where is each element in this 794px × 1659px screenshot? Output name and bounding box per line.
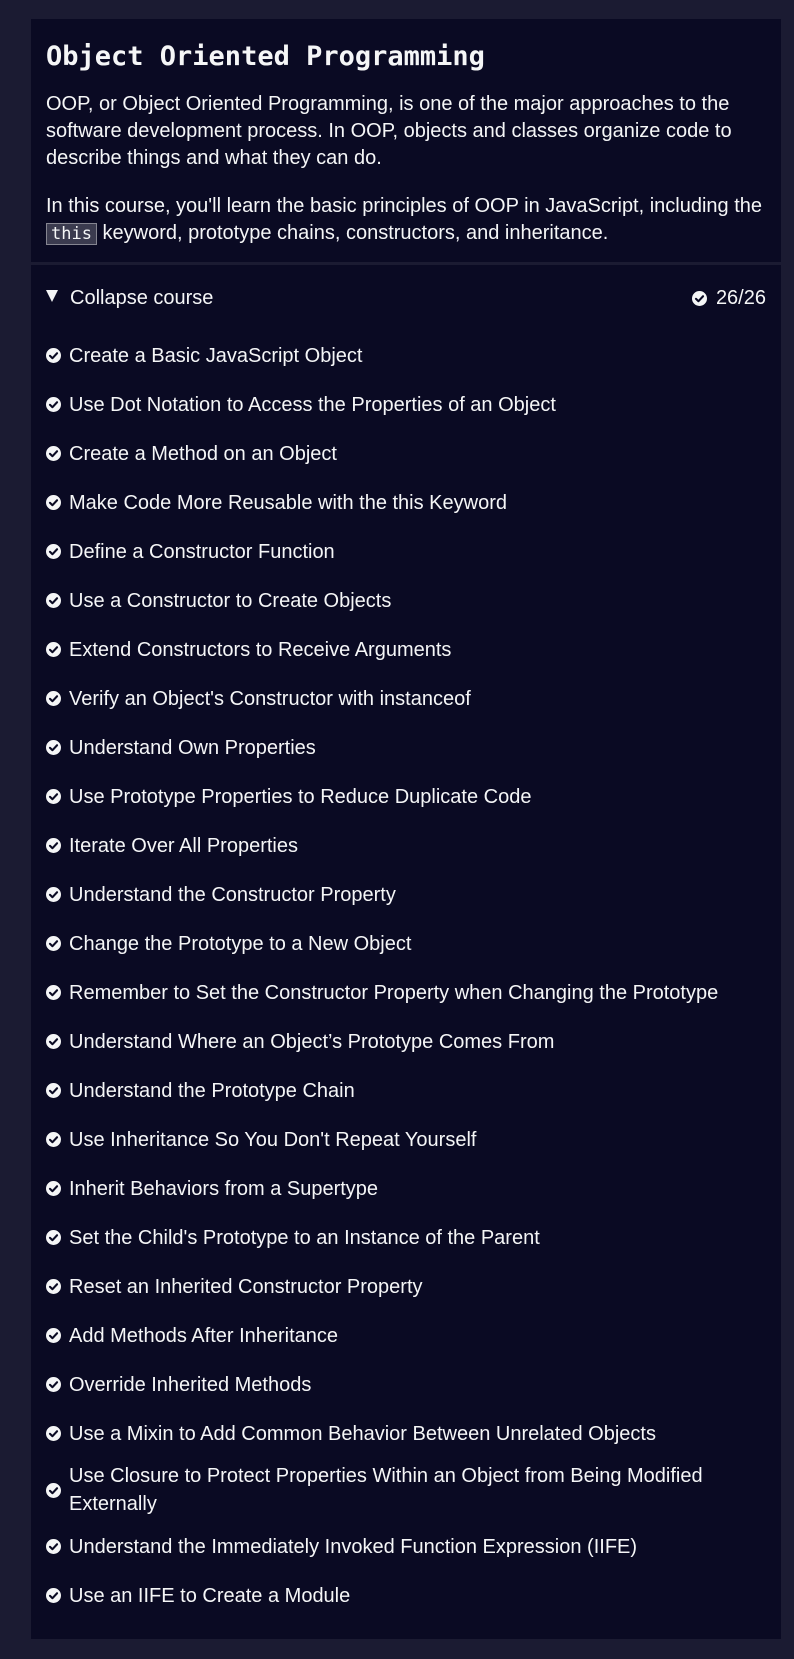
check-circle-icon bbox=[46, 1426, 61, 1441]
lesson-title: Use Prototype Properties to Reduce Dupli… bbox=[69, 785, 532, 808]
lesson-item[interactable]: Use Prototype Properties to Reduce Dupli… bbox=[46, 772, 766, 821]
lesson-item[interactable]: Define a Constructor Function bbox=[46, 527, 766, 576]
this-keyword-code: this bbox=[46, 223, 97, 245]
lesson-item[interactable]: Change the Prototype to a New Object bbox=[46, 919, 766, 968]
lesson-item[interactable]: Use Closure to Protect Properties Within… bbox=[46, 1458, 766, 1522]
check-circle-icon bbox=[46, 1328, 61, 1343]
lesson-item[interactable]: Make Code More Reusable with the this Ke… bbox=[46, 478, 766, 527]
lesson-title: Add Methods After Inheritance bbox=[69, 1324, 339, 1347]
check-circle-icon bbox=[46, 593, 61, 608]
description-text: keyword, prototype chains, constructors,… bbox=[96, 222, 609, 244]
lesson-item[interactable]: Remember to Set the Constructor Property… bbox=[46, 968, 766, 1017]
course-intro: Object Oriented Programming OOP, or Obje… bbox=[31, 19, 781, 262]
check-circle-icon bbox=[46, 740, 61, 755]
lesson-title: Understand Where an Object’s Prototype C… bbox=[69, 1030, 555, 1053]
lesson-item[interactable]: Verify an Object's Constructor with inst… bbox=[46, 674, 766, 723]
course-description: OOP, or Object Oriented Programming, is … bbox=[46, 93, 732, 169]
check-circle-icon bbox=[46, 495, 61, 510]
lesson-title: Change the Prototype to a New Object bbox=[69, 932, 412, 955]
course-description-2: In this course, you'll learn the basic p… bbox=[46, 193, 766, 248]
lesson-title: Inherit Behaviors from a Supertype bbox=[69, 1177, 379, 1200]
lesson-title: Understand the Immediately Invoked Funct… bbox=[69, 1535, 638, 1558]
lesson-item[interactable]: Create a Method on an Object bbox=[46, 429, 766, 478]
course-title: Object Oriented Programming bbox=[46, 41, 485, 72]
lesson-item[interactable]: Understand Own Properties bbox=[46, 723, 766, 772]
lesson-item[interactable]: Iterate Over All Properties bbox=[46, 821, 766, 870]
check-circle-icon bbox=[46, 691, 61, 706]
course-progress: 26/26 bbox=[691, 286, 766, 310]
lesson-title: Create a Method on an Object bbox=[69, 442, 337, 465]
lesson-title: Extend Constructors to Receive Arguments bbox=[69, 638, 452, 661]
check-circle-icon bbox=[46, 446, 61, 461]
lesson-title: Use a Mixin to Add Common Behavior Betwe… bbox=[69, 1422, 656, 1445]
lesson-item[interactable]: Understand the Prototype Chain bbox=[46, 1066, 766, 1115]
caret-down-icon bbox=[46, 290, 58, 302]
lesson-item[interactable]: Use a Mixin to Add Common Behavior Betwe… bbox=[46, 1409, 766, 1458]
check-circle-icon bbox=[46, 544, 61, 559]
check-circle-icon bbox=[46, 1482, 61, 1498]
check-circle-icon bbox=[46, 789, 61, 804]
check-circle-icon bbox=[46, 1230, 61, 1245]
lesson-title: Reset an Inherited Constructor Property bbox=[69, 1275, 423, 1298]
collapse-course-button[interactable]: Collapse course 26/26 bbox=[31, 265, 781, 331]
check-circle-icon bbox=[46, 887, 61, 902]
lesson-title: Remember to Set the Constructor Property… bbox=[69, 981, 719, 1004]
lesson-item[interactable]: Understand the Constructor Property bbox=[46, 870, 766, 919]
check-circle-icon bbox=[46, 642, 61, 657]
check-circle-icon bbox=[46, 1034, 61, 1049]
lesson-title: Use an IIFE to Create a Module bbox=[69, 1584, 351, 1607]
lesson-item[interactable]: Understand Where an Object’s Prototype C… bbox=[46, 1017, 766, 1066]
lesson-item[interactable]: Understand the Immediately Invoked Funct… bbox=[46, 1522, 766, 1571]
check-circle-icon bbox=[46, 985, 61, 1000]
lesson-title: Understand the Prototype Chain bbox=[69, 1079, 355, 1102]
lesson-list: Create a Basic JavaScript Object Use Dot … bbox=[31, 331, 781, 1620]
lesson-title: Use Dot Notation to Access the Propertie… bbox=[69, 393, 556, 416]
lesson-item[interactable]: Create a Basic JavaScript Object bbox=[46, 331, 766, 380]
lesson-title: Use Inheritance So You Don't Repeat Your… bbox=[69, 1128, 477, 1151]
description-text: In this course, you'll learn the basic p… bbox=[46, 195, 763, 217]
check-circle-icon bbox=[691, 290, 707, 306]
collapse-toggle[interactable]: Collapse course bbox=[46, 287, 213, 310]
check-circle-icon bbox=[46, 1083, 61, 1098]
progress-count: 26/26 bbox=[715, 286, 766, 309]
check-circle-icon bbox=[46, 1539, 61, 1554]
lesson-title: Use Closure to Protect Properties Within… bbox=[69, 1465, 703, 1515]
lesson-title: Make Code More Reusable with the this Ke… bbox=[69, 491, 507, 514]
lesson-title: Iterate Over All Properties bbox=[69, 834, 298, 857]
check-circle-icon bbox=[46, 838, 61, 853]
check-circle-icon bbox=[46, 1132, 61, 1147]
lesson-title: Override Inherited Methods bbox=[69, 1373, 312, 1396]
lesson-item[interactable]: Use a Constructor to Create Objects bbox=[46, 576, 766, 625]
lesson-item[interactable]: Use an IIFE to Create a Module bbox=[46, 1571, 766, 1620]
lesson-title: Create a Basic JavaScript Object bbox=[69, 344, 363, 367]
lesson-title: Define a Constructor Function bbox=[69, 540, 335, 563]
lesson-title: Understand the Constructor Property bbox=[69, 883, 396, 906]
lesson-item[interactable]: Inherit Behaviors from a Supertype bbox=[46, 1164, 766, 1213]
check-circle-icon bbox=[46, 936, 61, 951]
lesson-item[interactable]: Use Inheritance So You Don't Repeat Your… bbox=[46, 1115, 766, 1164]
check-circle-icon bbox=[46, 1377, 61, 1392]
lesson-item[interactable]: Override Inherited Methods bbox=[46, 1360, 766, 1409]
lesson-title: Use a Constructor to Create Objects bbox=[69, 589, 392, 612]
lesson-title: Understand Own Properties bbox=[69, 736, 316, 759]
check-circle-icon bbox=[46, 1181, 61, 1196]
lesson-item[interactable]: Set the Child's Prototype to an Instance… bbox=[46, 1213, 766, 1262]
lesson-item[interactable]: Add Methods After Inheritance bbox=[46, 1311, 766, 1360]
lesson-title: Set the Child's Prototype to an Instance… bbox=[69, 1226, 540, 1249]
collapse-course-label: Collapse course bbox=[70, 286, 214, 309]
lesson-title: Verify an Object's Constructor with inst… bbox=[69, 687, 471, 710]
check-circle-icon bbox=[46, 348, 61, 363]
check-circle-icon bbox=[46, 1588, 61, 1603]
check-circle-icon bbox=[46, 397, 61, 412]
course-card: Object Oriented Programming OOP, or Obje… bbox=[31, 19, 781, 1639]
lesson-item[interactable]: Use Dot Notation to Access the Propertie… bbox=[46, 380, 766, 429]
lesson-item[interactable]: Reset an Inherited Constructor Property bbox=[46, 1262, 766, 1311]
lesson-item[interactable]: Extend Constructors to Receive Arguments bbox=[46, 625, 766, 674]
check-circle-icon bbox=[46, 1279, 61, 1294]
